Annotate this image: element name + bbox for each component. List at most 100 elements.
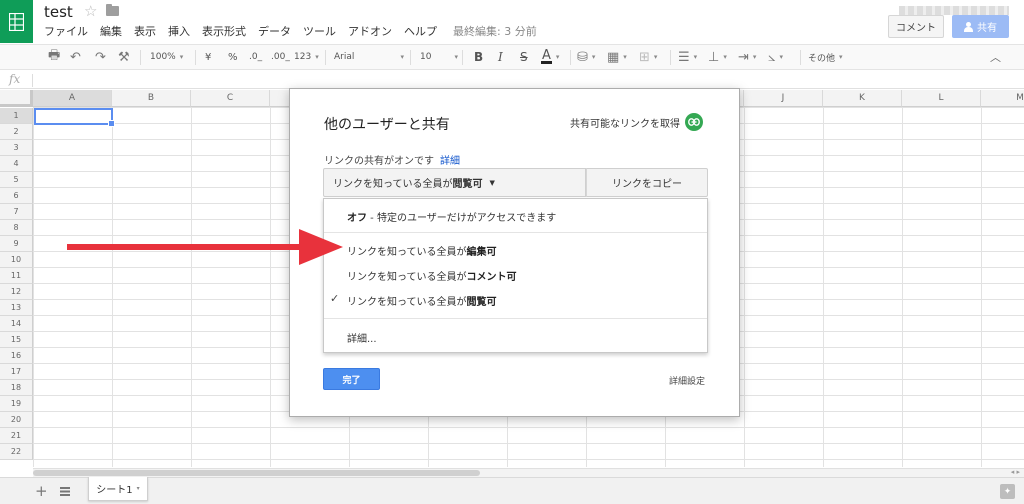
sheet-tab[interactable]: シート1 ▾: [88, 477, 148, 501]
number-format-select[interactable]: 123 ▾: [294, 45, 319, 69]
option-more-details[interactable]: 詳細...: [324, 330, 707, 345]
menu-edit[interactable]: 編集: [100, 23, 122, 39]
sheets-logo-icon[interactable]: [0, 0, 33, 43]
font-size-label: 10: [420, 52, 432, 62]
link-icon[interactable]: [685, 113, 703, 131]
text-wrap-icon[interactable]: ⇥ ▾: [738, 45, 756, 69]
more-tools-select[interactable]: その他 ▾: [808, 45, 843, 69]
row-header[interactable]: 7: [0, 204, 33, 220]
menu-data[interactable]: データ: [258, 23, 291, 39]
scrollbar-thumb[interactable]: [33, 470, 480, 476]
menu-view[interactable]: 表示: [134, 23, 156, 39]
scroll-arrows-icon[interactable]: ◂ ▸: [1011, 468, 1020, 476]
percent-button[interactable]: %: [228, 45, 238, 69]
share-button-label: 共有: [977, 23, 997, 34]
horizontal-align-icon[interactable]: ☰ ▾: [678, 45, 697, 69]
menu-insert[interactable]: 挿入: [168, 23, 190, 39]
get-shareable-link[interactable]: 共有可能なリンクを取得: [570, 113, 703, 131]
option-anyone-can-comment[interactable]: リンクを知っている全員がコメント可: [324, 268, 707, 283]
row-header[interactable]: 3: [0, 140, 33, 156]
row-header[interactable]: 5: [0, 172, 33, 188]
option-anyone-can-view[interactable]: ✓ リンクを知っている全員が閲覧可: [324, 292, 707, 308]
menu-bar: ファイル 編集 表示 挿入 表示形式 データ ツール アドオン ヘルプ 最終編集…: [44, 23, 537, 39]
row-header[interactable]: 6: [0, 188, 33, 204]
row-header[interactable]: 18: [0, 380, 33, 396]
link-permission-select[interactable]: リンクを知っている全員が 閲覧可 ▼: [323, 168, 586, 197]
menu-tools[interactable]: ツール: [303, 23, 336, 39]
column-header[interactable]: M: [981, 90, 1024, 107]
merge-cells-icon[interactable]: ⊞ ▾: [639, 45, 657, 69]
row-header[interactable]: 16: [0, 348, 33, 364]
row-header[interactable]: 21: [0, 428, 33, 444]
formula-input[interactable]: [40, 73, 1020, 87]
increase-decimal-button[interactable]: .00_: [271, 45, 290, 69]
explore-icon[interactable]: ✦: [1000, 484, 1015, 499]
row-header[interactable]: 4: [0, 156, 33, 172]
folder-icon[interactable]: [106, 4, 119, 16]
column-header[interactable]: K: [823, 90, 902, 107]
decrease-decimal-button[interactable]: .0_: [249, 45, 262, 69]
borders-icon[interactable]: ▦ ▾: [607, 45, 627, 69]
text-rotate-icon[interactable]: ⦣ ▾: [768, 45, 783, 69]
row-header[interactable]: 20: [0, 412, 33, 428]
row-header[interactable]: 17: [0, 364, 33, 380]
row-header[interactable]: 1: [0, 108, 33, 124]
option-anyone-can-edit[interactable]: リンクを知っている全員が編集可: [324, 243, 707, 258]
row-header[interactable]: 13: [0, 300, 33, 316]
font-label: Arial: [334, 52, 355, 62]
copy-link-button[interactable]: リンクをコピー: [586, 168, 708, 197]
sheet-list-icon[interactable]: [60, 487, 70, 496]
selected-cell-a1[interactable]: [34, 108, 115, 127]
column-header[interactable]: C: [191, 90, 270, 107]
row-header[interactable]: 9: [0, 236, 33, 252]
chevron-down-icon[interactable]: ▾: [137, 485, 140, 492]
add-sheet-icon[interactable]: +: [35, 482, 48, 500]
print-icon[interactable]: 🖶: [48, 45, 60, 69]
strikethrough-button[interactable]: S: [520, 45, 528, 69]
row-header[interactable]: 2: [0, 124, 33, 140]
share-dialog: 他のユーザーと共有 共有可能なリンクを取得 リンクの共有がオンです 詳細 リンクを…: [289, 88, 740, 417]
share-button[interactable]: 共有: [952, 15, 1009, 38]
undo-icon[interactable]: ↶: [70, 45, 81, 69]
advanced-settings-link[interactable]: 詳細設定: [669, 374, 705, 387]
vertical-align-icon[interactable]: ⊥ ▾: [708, 45, 727, 69]
column-header[interactable]: B: [112, 90, 191, 107]
document-title[interactable]: test: [44, 3, 73, 21]
permission-row: リンクを知っている全員が 閲覧可 ▼ リンクをコピー: [323, 168, 708, 197]
row-header[interactable]: 11: [0, 268, 33, 284]
currency-button[interactable]: ¥: [205, 45, 211, 69]
column-header[interactable]: A: [33, 90, 112, 107]
text-color-button[interactable]: A ▾: [541, 45, 559, 69]
horizontal-scrollbar[interactable]: ◂ ▸: [33, 468, 1024, 477]
last-edit-status[interactable]: 最終編集: 3 分前: [453, 23, 537, 39]
menu-help[interactable]: ヘルプ: [404, 23, 437, 39]
font-size-select[interactable]: 10 ▾: [420, 45, 458, 69]
star-icon[interactable]: ☆: [84, 2, 97, 20]
collapse-chevron-up-icon[interactable]: ︿: [990, 45, 1001, 69]
menu-file[interactable]: ファイル: [44, 23, 88, 39]
comment-button[interactable]: コメント: [888, 15, 944, 38]
row-header[interactable]: 15: [0, 332, 33, 348]
row-header[interactable]: 10: [0, 252, 33, 268]
italic-button[interactable]: I: [498, 45, 503, 69]
font-select[interactable]: Arial ▾: [334, 45, 404, 69]
row-header[interactable]: 8: [0, 220, 33, 236]
link-sharing-status: リンクの共有がオンです 詳細: [324, 152, 460, 167]
row-header[interactable]: 14: [0, 316, 33, 332]
column-header[interactable]: L: [902, 90, 981, 107]
column-header[interactable]: J: [744, 90, 823, 107]
done-button[interactable]: 完了: [323, 368, 380, 390]
row-header[interactable]: 22: [0, 444, 33, 460]
redo-icon[interactable]: ↷: [95, 45, 106, 69]
menu-format[interactable]: 表示形式: [202, 23, 246, 39]
select-all-corner[interactable]: [0, 90, 33, 107]
fill-color-icon[interactable]: ⛁ ▾: [577, 45, 595, 69]
zoom-select[interactable]: 100% ▾: [150, 45, 183, 69]
bold-button[interactable]: B: [474, 45, 483, 69]
menu-addons[interactable]: アドオン: [348, 23, 392, 39]
details-link[interactable]: 詳細: [440, 156, 460, 167]
option-off[interactable]: オフ - 特定のユーザーだけがアクセスできます: [324, 209, 707, 224]
paint-format-icon[interactable]: ⚒: [118, 45, 130, 69]
row-header[interactable]: 12: [0, 284, 33, 300]
row-header[interactable]: 19: [0, 396, 33, 412]
